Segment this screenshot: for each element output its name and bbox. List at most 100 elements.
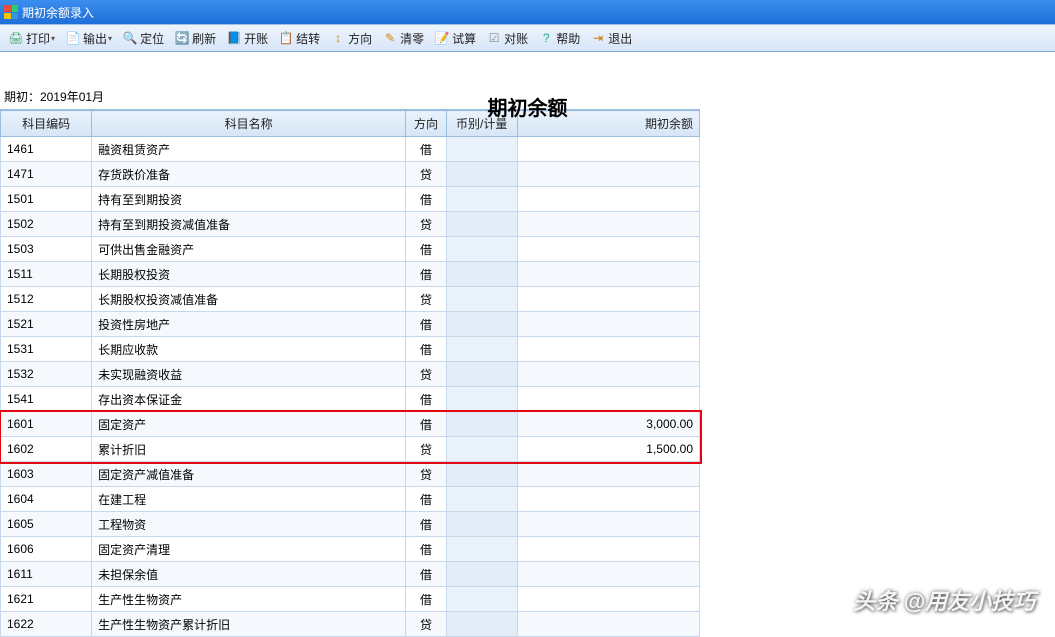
cell-direction[interactable]: 借 [406,487,447,512]
cell-name[interactable]: 存出资本保证金 [92,387,406,412]
cell-name[interactable]: 固定资产清理 [92,537,406,562]
cell-currency[interactable] [446,462,517,487]
cell-balance[interactable] [517,262,699,287]
table-row[interactable]: 1611未担保余值借 [1,562,700,587]
cell-direction[interactable]: 借 [406,262,447,287]
cell-balance[interactable] [517,162,699,187]
cell-code[interactable]: 1604 [1,487,92,512]
cell-currency[interactable] [446,412,517,437]
exit-button[interactable]: ⇥退出 [586,28,636,49]
cell-direction[interactable]: 借 [406,587,447,612]
table-row[interactable]: 1461融资租赁资产借 [1,137,700,162]
cell-direction[interactable]: 借 [406,537,447,562]
cell-code[interactable]: 1602 [1,437,92,462]
cell-currency[interactable] [446,162,517,187]
cell-currency[interactable] [446,137,517,162]
cell-direction[interactable]: 贷 [406,362,447,387]
cell-name[interactable]: 生产性生物资产累计折旧 [92,612,406,637]
cell-currency[interactable] [446,387,517,412]
cell-code[interactable]: 1622 [1,612,92,637]
printer-button[interactable]: 🖨打印▾ [4,28,59,49]
cell-currency[interactable] [446,362,517,387]
cell-code[interactable]: 1532 [1,362,92,387]
cell-direction[interactable]: 借 [406,137,447,162]
table-row[interactable]: 1471存货跌价准备贷 [1,162,700,187]
cell-code[interactable]: 1501 [1,187,92,212]
cell-code[interactable]: 1621 [1,587,92,612]
refresh-button[interactable]: 🔄刷新 [170,28,220,49]
cell-name[interactable]: 固定资产减值准备 [92,462,406,487]
locate-button[interactable]: 🔍定位 [118,28,168,49]
calc-button[interactable]: 📝试算 [430,28,480,49]
cell-code[interactable]: 1531 [1,337,92,362]
data-grid[interactable]: 科目编码 科目名称 方向 币别/计量 期初余额 1461融资租赁资产借1471存… [0,109,700,637]
table-row[interactable]: 1502持有至到期投资减值准备贷 [1,212,700,237]
cell-currency[interactable] [446,337,517,362]
cell-code[interactable]: 1606 [1,537,92,562]
cell-code[interactable]: 1605 [1,512,92,537]
cell-currency[interactable] [446,212,517,237]
cell-balance[interactable]: 3,000.00 [517,412,699,437]
cell-name[interactable]: 生产性生物资产 [92,587,406,612]
cell-code[interactable]: 1461 [1,137,92,162]
cell-name[interactable]: 存货跌价准备 [92,162,406,187]
cell-name[interactable]: 未担保余值 [92,562,406,587]
help-button[interactable]: ?帮助 [534,28,584,49]
table-row[interactable]: 1531长期应收款借 [1,337,700,362]
cell-balance[interactable] [517,512,699,537]
cell-balance[interactable] [517,387,699,412]
cell-balance[interactable] [517,537,699,562]
cell-direction[interactable]: 借 [406,562,447,587]
table-row[interactable]: 1512长期股权投资减值准备贷 [1,287,700,312]
cell-code[interactable]: 1512 [1,287,92,312]
cell-balance[interactable] [517,237,699,262]
cell-direction[interactable]: 贷 [406,462,447,487]
cell-name[interactable]: 固定资产 [92,412,406,437]
cell-currency[interactable] [446,237,517,262]
cell-direction[interactable]: 贷 [406,162,447,187]
cell-balance[interactable] [517,462,699,487]
cell-direction[interactable]: 贷 [406,287,447,312]
cell-balance[interactable] [517,587,699,612]
cell-direction[interactable]: 借 [406,187,447,212]
cell-balance[interactable] [517,287,699,312]
cell-balance[interactable] [517,312,699,337]
cell-balance[interactable] [517,362,699,387]
cell-code[interactable]: 1521 [1,312,92,337]
cell-direction[interactable]: 借 [406,412,447,437]
table-row[interactable]: 1511长期股权投资借 [1,262,700,287]
table-row[interactable]: 1521投资性房地产借 [1,312,700,337]
cell-code[interactable]: 1603 [1,462,92,487]
cell-direction[interactable]: 借 [406,237,447,262]
cell-name[interactable]: 在建工程 [92,487,406,512]
cell-balance[interactable] [517,137,699,162]
cell-balance[interactable] [517,612,699,637]
table-row[interactable]: 1532未实现融资收益贷 [1,362,700,387]
table-row[interactable]: 1601固定资产借 3,000.00 [1,412,700,437]
cell-direction[interactable]: 借 [406,337,447,362]
cell-currency[interactable] [446,587,517,612]
cell-balance[interactable] [517,487,699,512]
cell-balance[interactable] [517,212,699,237]
cell-balance[interactable] [517,187,699,212]
cell-currency[interactable] [446,437,517,462]
direction-button[interactable]: ↕方向 [326,28,376,49]
cell-name[interactable]: 长期股权投资减值准备 [92,287,406,312]
cell-currency[interactable] [446,187,517,212]
cell-name[interactable]: 长期应收款 [92,337,406,362]
table-row[interactable]: 1606固定资产清理借 [1,537,700,562]
table-row[interactable]: 1541存出资本保证金借 [1,387,700,412]
cell-name[interactable]: 投资性房地产 [92,312,406,337]
table-row[interactable]: 1622生产性生物资产累计折旧贷 [1,612,700,637]
cell-name[interactable]: 融资租赁资产 [92,137,406,162]
cell-currency[interactable] [446,537,517,562]
cell-name[interactable]: 累计折旧 [92,437,406,462]
table-row[interactable]: 1604在建工程借 [1,487,700,512]
cell-code[interactable]: 1601 [1,412,92,437]
cell-code[interactable]: 1471 [1,162,92,187]
cell-direction[interactable]: 贷 [406,437,447,462]
table-row[interactable]: 1621生产性生物资产借 [1,587,700,612]
cell-name[interactable]: 持有至到期投资 [92,187,406,212]
cell-name[interactable]: 持有至到期投资减值准备 [92,212,406,237]
cell-name[interactable]: 未实现融资收益 [92,362,406,387]
